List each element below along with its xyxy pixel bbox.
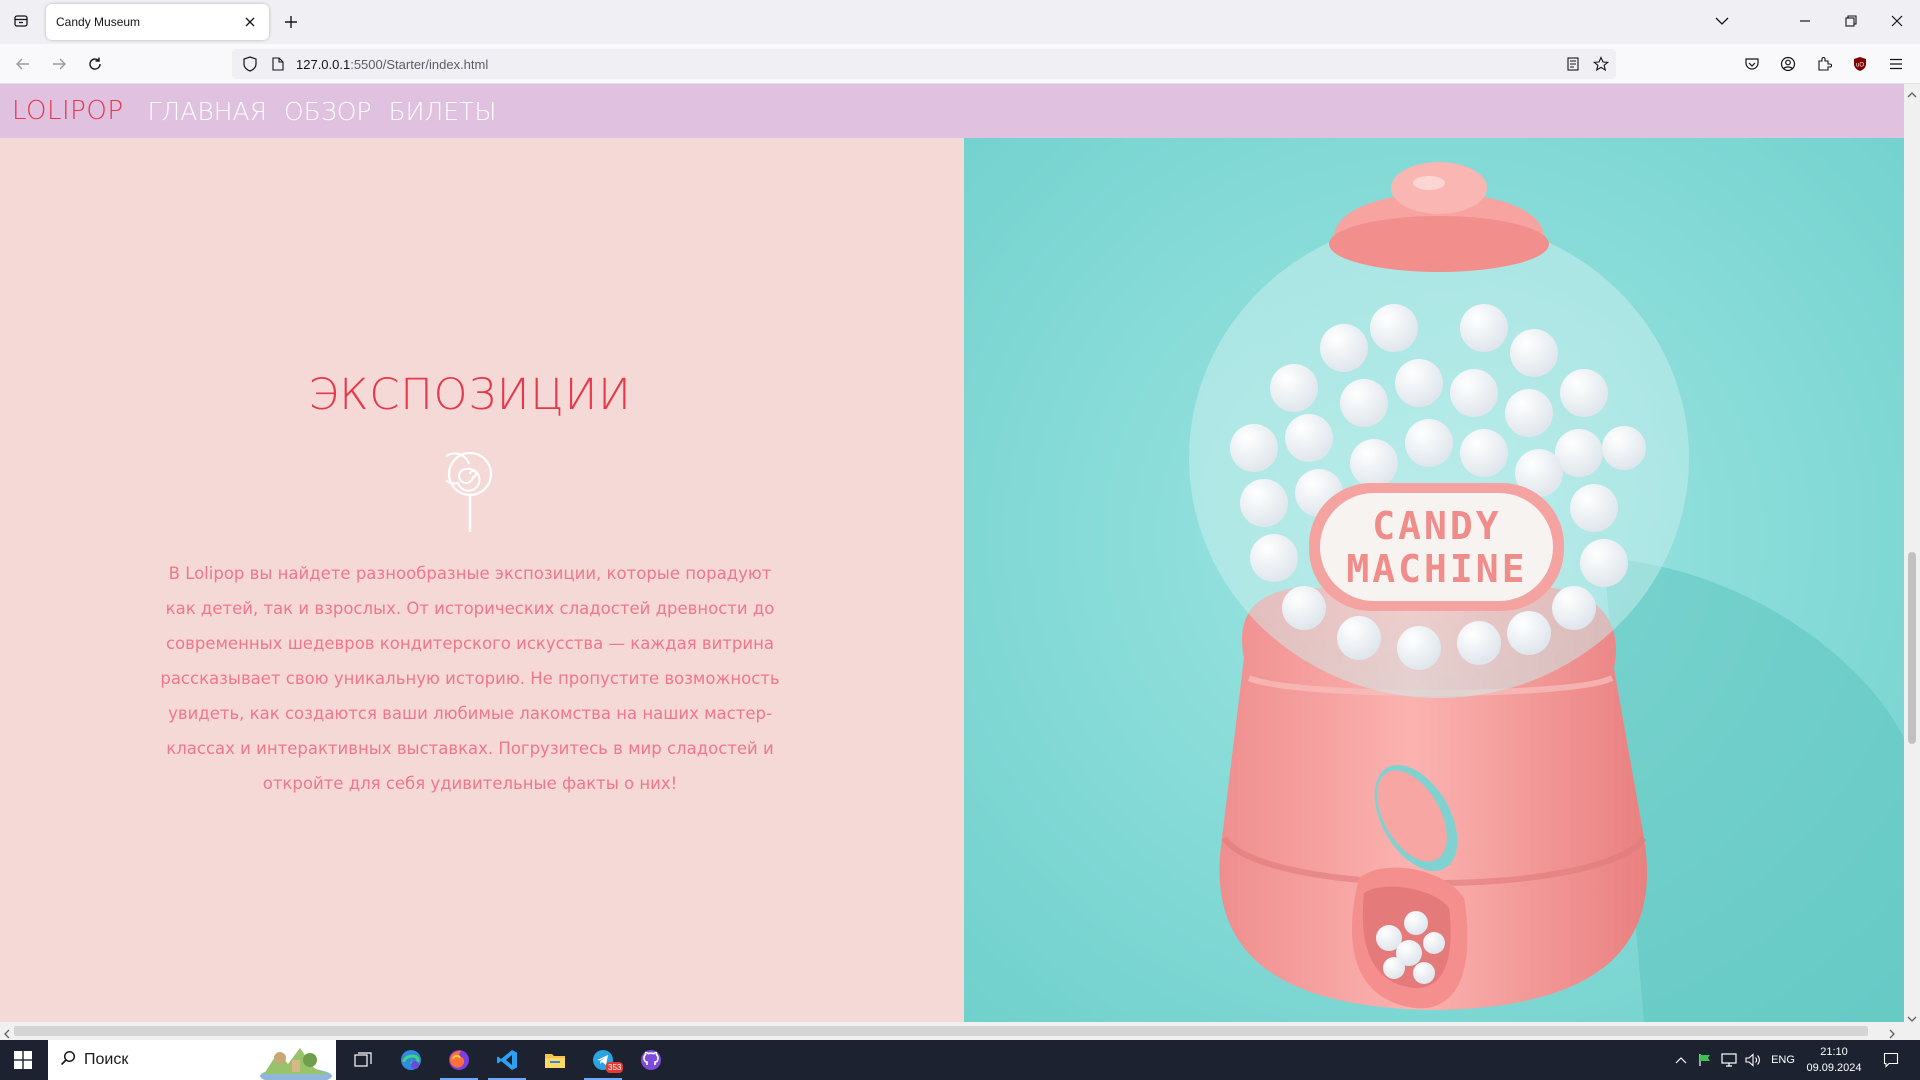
minimize-icon[interactable] xyxy=(1790,8,1820,34)
bookmark-star-icon[interactable] xyxy=(1591,54,1611,74)
restore-icon[interactable] xyxy=(1836,8,1866,34)
reload-icon[interactable] xyxy=(82,51,108,77)
clock-date: 09.09.2024 xyxy=(1806,1062,1862,1074)
search-placeholder: Поиск xyxy=(84,1051,129,1068)
site-header: LOLIPOP ГЛАВНАЯ ОБЗОР БИЛЕТЫ xyxy=(0,84,1904,138)
image-label-line2: MACHINE xyxy=(1346,547,1527,591)
extensions-icon[interactable] xyxy=(1814,54,1834,74)
site-logo[interactable]: LOLIPOP xyxy=(12,96,124,126)
clock-time: 21:10 xyxy=(1820,1046,1848,1058)
hamburger-menu-icon[interactable] xyxy=(1886,54,1906,74)
taskbar-clock[interactable]: 21:10 09.09.2024 xyxy=(1802,1044,1866,1076)
page-icon[interactable] xyxy=(268,54,288,74)
windows-taskbar: Поиск 353 ENG 21:10 09.09.2024 xyxy=(0,1040,1920,1080)
address-bar[interactable]: 127.0.0.1:5500/Starter/index.html xyxy=(232,49,1616,79)
tab-list-icon[interactable] xyxy=(8,8,34,34)
lollipop-icon xyxy=(438,450,494,539)
candy-machine-image: CANDY MACHINE xyxy=(964,138,1904,1022)
browser-tab-active[interactable]: Candy Museum xyxy=(46,4,269,40)
section-description: В Lolipop вы найдете разнообразные экспо… xyxy=(160,564,780,793)
exhibitions-section: ЭКСПОЗИЦИИ В Lolipop вы найдете разнообр… xyxy=(0,138,964,1022)
shield-icon[interactable] xyxy=(240,54,260,74)
ublock-icon[interactable]: uO xyxy=(1850,54,1870,74)
window-close-icon[interactable] xyxy=(1882,8,1912,34)
horizontal-scroll-thumb[interactable] xyxy=(14,1026,1868,1036)
section-title: ЭКСПОЗИЦИИ xyxy=(308,370,632,420)
svg-text:uO: uO xyxy=(1856,63,1864,69)
tab-title: Candy Museum xyxy=(56,15,141,29)
edge-browser-icon[interactable] xyxy=(388,1040,434,1080)
taskbar-search[interactable]: Поиск xyxy=(48,1040,336,1080)
firefox-icon[interactable] xyxy=(436,1040,482,1080)
reader-view-icon[interactable] xyxy=(1563,54,1583,74)
browser-tab-bar: Candy Museum xyxy=(0,0,1920,44)
vertical-scroll-thumb[interactable] xyxy=(1908,552,1916,744)
telegram-badge: 353 xyxy=(606,1062,624,1073)
volume-icon[interactable] xyxy=(1742,1040,1764,1080)
nav-link-tickets[interactable]: БИЛЕТЫ xyxy=(388,97,496,126)
scrollbar-corner xyxy=(1904,1022,1920,1040)
nav-link-home[interactable]: ГЛАВНАЯ xyxy=(148,97,267,126)
pocket-icon[interactable] xyxy=(1742,54,1762,74)
file-explorer-icon[interactable] xyxy=(532,1040,578,1080)
search-highlight-illustration xyxy=(258,1042,334,1080)
network-icon[interactable] xyxy=(1718,1040,1740,1080)
close-icon[interactable] xyxy=(241,13,259,31)
horizontal-scrollbar[interactable] xyxy=(0,1022,1904,1040)
back-arrow-icon[interactable] xyxy=(10,51,36,77)
task-view-icon[interactable] xyxy=(340,1040,386,1080)
nav-link-overview[interactable]: ОБЗОР xyxy=(284,97,372,126)
url-path: :5500/Starter/index.html xyxy=(350,56,489,72)
telegram-icon[interactable]: 353 xyxy=(580,1040,626,1080)
page-viewport: LOLIPOP ГЛАВНАЯ ОБЗОР БИЛЕТЫ ЭКСПОЗИЦИИ … xyxy=(0,84,1904,1022)
search-icon xyxy=(60,1050,76,1071)
vertical-scrollbar[interactable] xyxy=(1904,84,1920,1022)
windows-start-icon[interactable] xyxy=(0,1040,46,1080)
tray-chevron-up-icon[interactable] xyxy=(1670,1040,1692,1080)
flag-icon[interactable] xyxy=(1694,1040,1716,1080)
browser-nav-bar: 127.0.0.1:5500/Starter/index.html uO xyxy=(0,44,1920,84)
notifications-icon[interactable] xyxy=(1876,1040,1906,1080)
chevron-down-icon[interactable] xyxy=(1707,8,1737,34)
forward-arrow-icon[interactable] xyxy=(46,51,72,77)
language-indicator[interactable]: ENG xyxy=(1766,1040,1800,1080)
github-desktop-icon[interactable] xyxy=(628,1040,674,1080)
url-text[interactable]: 127.0.0.1:5500/Starter/index.html xyxy=(296,57,488,72)
scroll-up-arrow-icon[interactable] xyxy=(1907,86,1917,104)
image-label-line1: CANDY xyxy=(1372,504,1501,548)
vscode-icon[interactable] xyxy=(484,1040,530,1080)
new-tab-plus-icon[interactable] xyxy=(278,9,304,35)
account-icon[interactable] xyxy=(1778,54,1798,74)
url-host: 127.0.0.1 xyxy=(296,56,351,72)
